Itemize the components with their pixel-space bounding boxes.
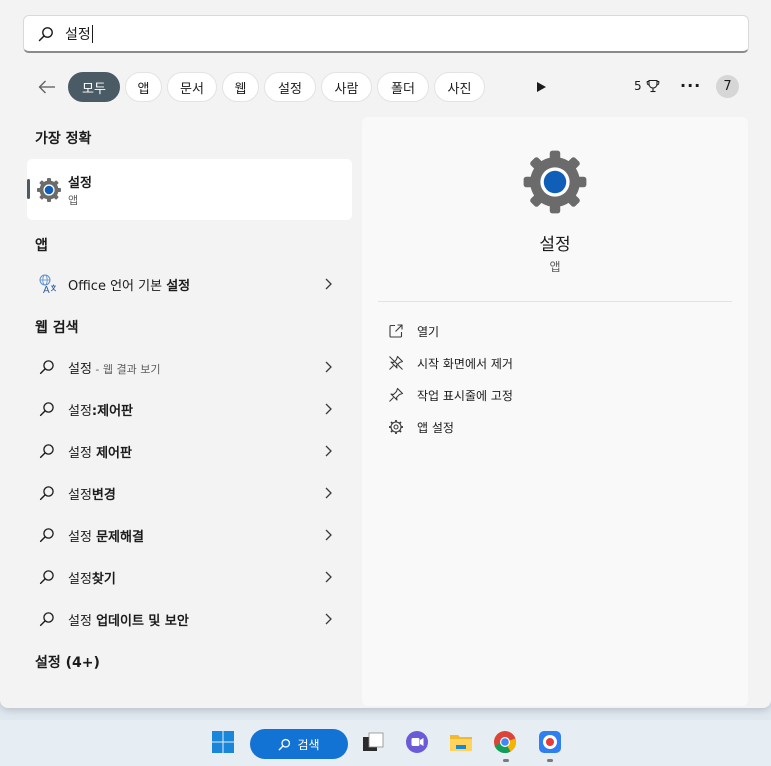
chevron-right-icon[interactable]: [322, 486, 334, 500]
screen-recorder-icon[interactable]: [537, 729, 563, 755]
web-result[interactable]: 설정 - 웹 결과 보기: [27, 348, 352, 386]
selection-indicator: [27, 179, 30, 199]
web-result-label: 설정변경: [68, 487, 116, 503]
search-icon: [39, 612, 54, 627]
search-icon: [279, 738, 291, 750]
svg-text:A: A: [43, 285, 50, 294]
search-icon: [39, 528, 54, 543]
action-open[interactable]: 열기: [388, 320, 439, 342]
action-label: 열기: [417, 324, 440, 339]
web-result-label: 설정 제어판: [68, 445, 132, 461]
action-label: 시작 화면에서 제거: [417, 356, 513, 371]
tab-all[interactable]: 모두: [68, 72, 120, 102]
action-label: 앱 설정: [417, 420, 454, 435]
file-explorer-icon[interactable]: [448, 729, 474, 755]
more-options-button[interactable]: ···: [680, 76, 701, 95]
running-indicator: [547, 759, 553, 762]
apps-heading: 앱: [35, 238, 48, 254]
best-match-heading: 가장 정확: [35, 131, 92, 147]
chevron-right-icon[interactable]: [322, 444, 334, 458]
search-input[interactable]: 설정: [23, 15, 749, 53]
gear-icon: [389, 420, 403, 434]
chevron-right-icon[interactable]: [322, 570, 334, 584]
play-icon[interactable]: [533, 79, 549, 95]
web-result[interactable]: 설정변경: [27, 474, 352, 512]
search-icon: [39, 486, 54, 501]
taskbar-search-button[interactable]: 검색: [250, 729, 348, 759]
filter-bar: 모두 앱 문서 웹 설정 사람 폴더 사진 5 ··· 7: [0, 70, 771, 104]
web-result[interactable]: 설정찾기: [27, 558, 352, 596]
chevron-right-icon[interactable]: [322, 277, 334, 291]
web-result-label: 설정:제어판: [68, 403, 134, 419]
chevron-right-icon[interactable]: [322, 612, 334, 626]
task-view-icon[interactable]: [360, 729, 386, 755]
rewards-points[interactable]: 5: [634, 79, 660, 93]
action-label: 작업 표시줄에 고정: [417, 388, 513, 403]
trophy-icon: [646, 79, 659, 93]
preview-pane: 설정 앱 열기 시작 화면에서 제거 작업 표시줄에 고정 앱 설정: [362, 117, 748, 706]
search-value[interactable]: 설정: [65, 24, 91, 44]
windows-start-icon[interactable]: [210, 729, 236, 755]
tab-people[interactable]: 사람: [321, 72, 372, 102]
action-unpin-start[interactable]: 시작 화면에서 제거: [388, 352, 513, 374]
settings-heading[interactable]: 설정 (4+): [35, 652, 100, 672]
chevron-right-icon[interactable]: [322, 360, 334, 374]
search-icon: [39, 360, 54, 375]
search-icon: [39, 570, 54, 585]
search-icon: [39, 444, 54, 459]
back-button[interactable]: [35, 75, 59, 99]
best-match-item[interactable]: 설정 앱: [27, 159, 352, 220]
chevron-right-icon[interactable]: [322, 528, 334, 542]
chrome-icon[interactable]: [492, 729, 518, 755]
text-caret: [91, 24, 93, 43]
search-icon: [38, 26, 53, 41]
search-panel: 설정 모두 앱 문서 웹 설정 사람 폴더 사진 5 ··· 7 가장 정확 설…: [0, 0, 771, 708]
action-pin-taskbar[interactable]: 작업 표시줄에 고정: [388, 384, 513, 406]
arrow-left-icon: [38, 80, 55, 94]
teams-chat-icon[interactable]: [404, 729, 430, 755]
web-result[interactable]: 설정 업데이트 및 보안: [27, 600, 352, 638]
open-external-icon: [389, 324, 403, 338]
divider: [378, 301, 732, 302]
tab-web[interactable]: 웹: [222, 72, 259, 102]
web-result-label: 설정 문제해결: [68, 529, 144, 545]
web-result[interactable]: 설정:제어판: [27, 390, 352, 428]
app-result-label: Office 언어 기본 설정: [68, 278, 191, 294]
web-result[interactable]: 설정 문제해결: [27, 516, 352, 554]
tab-settings[interactable]: 설정: [264, 72, 316, 102]
taskbar: 검색: [0, 720, 771, 766]
settings-gear-icon: [523, 150, 587, 214]
best-match-type: 앱: [68, 194, 79, 207]
tab-documents[interactable]: 문서: [167, 72, 217, 102]
running-indicator: [503, 759, 509, 762]
office-language-icon: A: [39, 274, 57, 294]
chevron-right-icon[interactable]: [322, 402, 334, 416]
points-value: 5: [634, 79, 642, 93]
tab-folders[interactable]: 폴더: [377, 72, 429, 102]
action-app-settings[interactable]: 앱 설정: [388, 416, 454, 438]
web-result-label: 설정찾기: [68, 571, 116, 587]
search-icon: [39, 402, 54, 417]
preview-title: 설정: [539, 235, 571, 255]
preview-type: 앱: [549, 260, 561, 274]
tab-apps[interactable]: 앱: [125, 72, 162, 102]
web-result-label: 설정 업데이트 및 보안: [68, 613, 189, 629]
unpin-icon: [389, 355, 404, 370]
tab-photos[interactable]: 사진: [434, 72, 485, 102]
web-result-label: 설정 - 웹 결과 보기: [68, 361, 161, 377]
settings-gear-icon: [37, 178, 61, 202]
web-search-heading: 웹 검색: [35, 320, 79, 336]
account-avatar[interactable]: 7: [716, 75, 739, 98]
pin-icon: [389, 387, 404, 402]
app-result-office-language[interactable]: A Office 언어 기본 설정: [27, 265, 352, 303]
taskbar-search-label: 검색: [297, 737, 320, 752]
best-match-name: 설정: [68, 176, 92, 191]
web-result[interactable]: 설정 제어판: [27, 432, 352, 470]
